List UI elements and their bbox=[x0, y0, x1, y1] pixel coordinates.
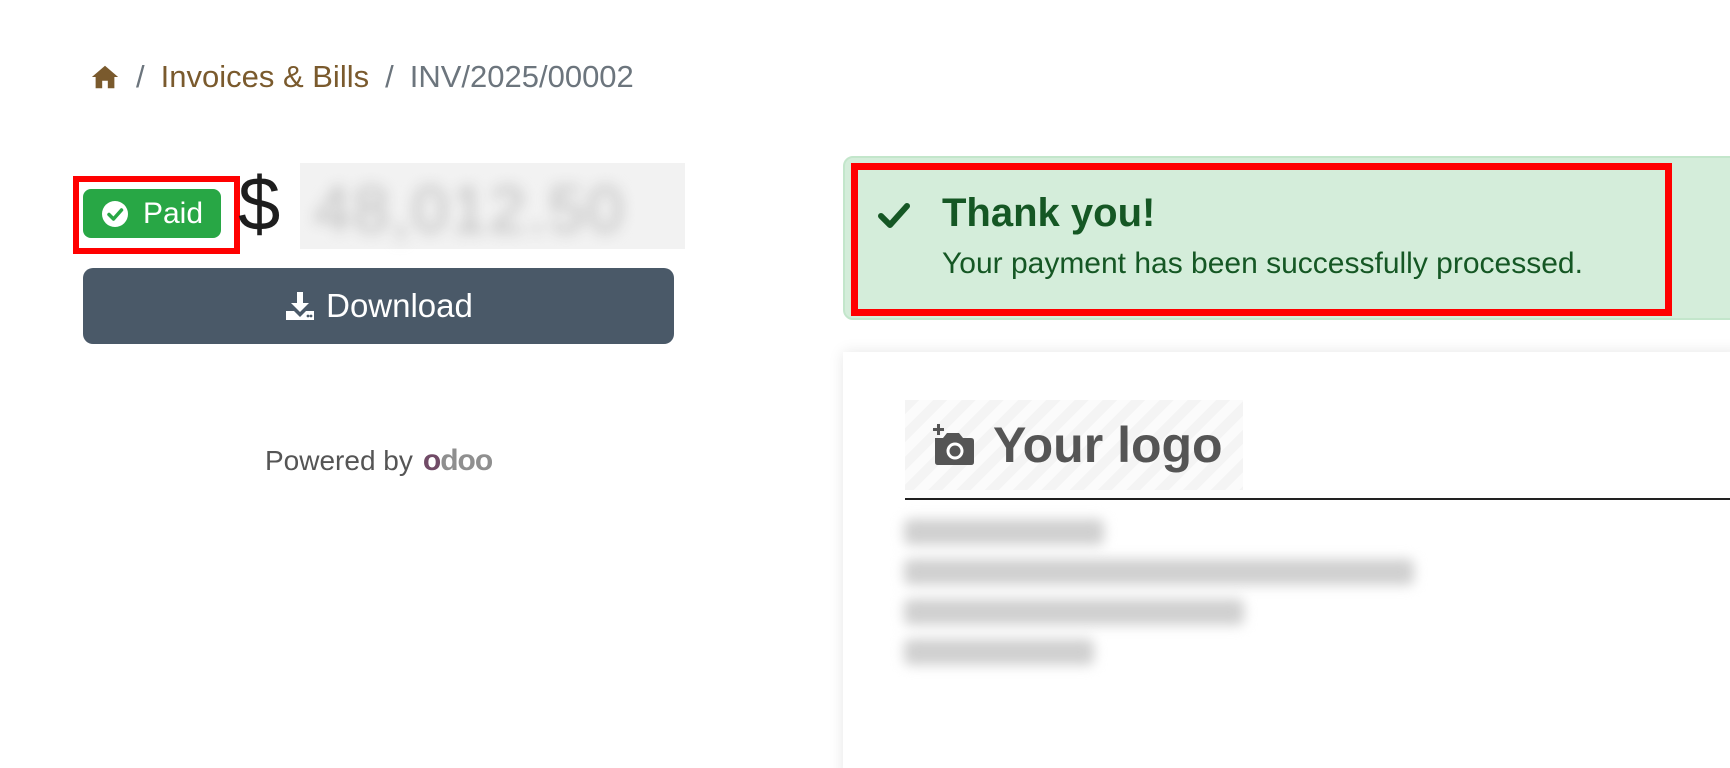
download-label: Download bbox=[326, 287, 473, 324]
company-logo-placeholder[interactable]: Your logo bbox=[905, 400, 1243, 490]
breadcrumb-separator: / bbox=[136, 59, 145, 94]
breadcrumb-invoices-link[interactable]: Invoices & Bills bbox=[161, 58, 369, 96]
odoo-logo[interactable]: odoo bbox=[423, 444, 493, 478]
invoice-portal-page: / Invoices & Bills / INV/2025/00002 Paid… bbox=[0, 0, 1730, 768]
breadcrumb-current: INV/2025/00002 bbox=[409, 59, 634, 94]
check-circle-icon bbox=[101, 200, 129, 228]
breadcrumb-separator: / bbox=[385, 59, 394, 94]
alert-message: Your payment has been successfully proce… bbox=[942, 247, 1583, 280]
download-icon bbox=[284, 290, 316, 322]
powered-by-label: Powered by bbox=[265, 445, 413, 476]
status-badge: Paid bbox=[83, 189, 221, 238]
home-icon[interactable] bbox=[90, 62, 120, 92]
check-icon bbox=[878, 200, 910, 230]
download-button[interactable]: Download bbox=[83, 268, 674, 344]
currency-symbol: $ bbox=[238, 162, 281, 247]
amount-value: 48,012.50 bbox=[314, 172, 626, 246]
powered-by: Powered by odoo bbox=[265, 444, 493, 478]
amount-total: 48,012.50 bbox=[300, 163, 685, 249]
header-divider bbox=[905, 498, 1730, 500]
breadcrumb: / Invoices & Bills / INV/2025/00002 bbox=[90, 58, 634, 96]
camera-plus-icon bbox=[929, 424, 975, 466]
logo-text: Your logo bbox=[993, 417, 1223, 473]
status-label: Paid bbox=[142, 196, 204, 230]
alert-highlight bbox=[851, 163, 1672, 316]
company-address-redacted bbox=[890, 505, 1430, 675]
alert-title: Thank you! bbox=[942, 191, 1156, 235]
